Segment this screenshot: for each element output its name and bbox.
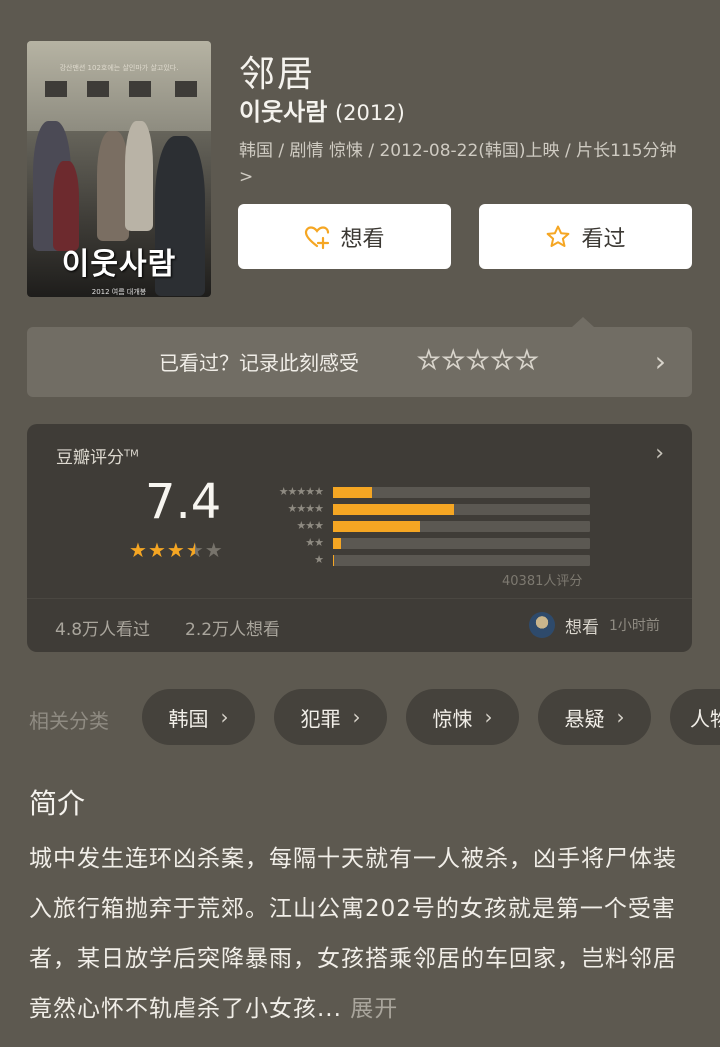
distribution-row: ★★: [261, 535, 591, 552]
star-full-icon: ★: [147, 538, 166, 562]
distribution-track: [333, 521, 590, 532]
user-status-time: 1小时前: [609, 618, 660, 634]
rating-header: 豆瓣评分TM: [56, 443, 139, 468]
distribution-fill: [333, 555, 335, 566]
poster-window: [175, 81, 197, 97]
distribution-track: [333, 504, 590, 515]
record-stars[interactable]: ★ ★ ★ ★ ★: [417, 347, 538, 373]
chevron-right-icon: ›: [655, 441, 664, 466]
poster-release: 2012 여름 대개봉: [91, 288, 147, 296]
original-title-text: 이웃사람: [239, 98, 328, 126]
row-stars: ★★: [305, 536, 324, 549]
divider: [27, 598, 692, 599]
chevron-right-icon: ›: [616, 705, 625, 729]
star-full-icon: ★: [166, 538, 185, 562]
row-stars: ★★★★★: [278, 485, 324, 498]
star-half-icon: ★: [185, 538, 204, 562]
movie-meta[interactable]: 韩国 / 剧情 惊悚 / 2012-08-22(韩国)上映 / 片长115分钟 …: [239, 138, 689, 190]
avatar: [529, 612, 555, 638]
chevron-right-icon: ›: [484, 705, 493, 729]
seen-label: 看过: [581, 226, 626, 252]
distribution-row: ★★★: [261, 518, 591, 535]
distribution-track: [333, 487, 590, 498]
record-prompt: 已看过？记录此刻感受: [159, 351, 359, 375]
category-label: 惊悚: [432, 706, 473, 731]
categories-label: 相关分类: [29, 709, 109, 733]
heart-plus-icon: [305, 225, 330, 249]
douban-rating-card[interactable]: 豆瓣评分TM › 7.4 ★ ★ ★ ★ ★ ★★★★★ ★★★★ ★★★ ★★…: [27, 424, 692, 652]
distribution-fill: [333, 521, 421, 532]
category-label: 悬疑: [564, 706, 605, 731]
category-chip[interactable]: 人物: [670, 689, 720, 745]
user-status-text: 想看: [565, 617, 599, 638]
rating-header-text: 豆瓣评分: [56, 448, 124, 468]
movie-year: (2012): [334, 101, 405, 125]
want-label: 想看: [340, 226, 385, 252]
poster-figure: [125, 121, 153, 231]
intro-heading: 简介: [29, 787, 86, 820]
poster-window: [87, 81, 109, 97]
category-label: 韩国: [168, 706, 209, 731]
category-label: 人物: [690, 706, 720, 731]
star-outline-icon[interactable]: ★: [515, 347, 538, 373]
poster-title: 이웃사람: [61, 247, 177, 282]
movie-title: 邻居: [239, 54, 316, 95]
distribution-track: [333, 538, 590, 549]
row-stars: ★: [314, 553, 324, 566]
row-stars: ★★★★: [287, 502, 324, 515]
poster-figure: [53, 161, 79, 251]
star-outline-icon[interactable]: ★: [491, 347, 514, 373]
poster-window: [129, 81, 151, 97]
rating-count: 40381人评分: [502, 574, 583, 589]
star-empty-icon: ★: [204, 538, 223, 562]
distribution-fill: [333, 504, 454, 515]
rating-distribution: ★★★★★ ★★★★ ★★★ ★★ ★: [261, 484, 591, 569]
row-stars: ★★★: [296, 519, 324, 532]
movie-original-title: 이웃사람 (2012): [239, 92, 405, 127]
rating-score: 7.4: [145, 474, 222, 530]
category-chip[interactable]: 犯罪 ›: [274, 689, 387, 745]
chevron-right-icon: ›: [352, 705, 361, 729]
star-full-icon: ★: [129, 538, 147, 562]
chevron-right-icon: ›: [220, 705, 229, 729]
distribution-track: [333, 555, 590, 566]
poster-tagline: 강산맨션 102호에는 살인마가 살고있다.: [59, 64, 179, 72]
expand-link[interactable]: 展开: [350, 996, 398, 1022]
star-outline-icon: [547, 225, 570, 247]
distribution-fill: [333, 487, 372, 498]
intro-text: 城中发生连环凶杀案，每隔十天就有一人被杀，凶手将尸体装入旅行箱抛弃于荒郊。江山公…: [29, 834, 693, 1034]
trademark: TM: [124, 448, 139, 460]
wishing-count[interactable]: 2.2万人想看: [185, 615, 280, 640]
poster-window: [45, 81, 67, 97]
record-feeling-bar[interactable]: 已看过？记录此刻感受 ★ ★ ★ ★ ★ ›: [27, 317, 692, 397]
category-chip[interactable]: 悬疑 ›: [538, 689, 651, 745]
distribution-row: ★: [261, 552, 591, 569]
chevron-right-icon: ›: [654, 345, 666, 378]
record-pointer: [572, 317, 594, 327]
distribution-fill: [333, 538, 341, 549]
category-chip[interactable]: 惊悚 ›: [406, 689, 519, 745]
seen-button[interactable]: 看过: [479, 204, 692, 269]
star-outline-icon[interactable]: ★: [442, 347, 465, 373]
star-outline-icon[interactable]: ★: [466, 347, 489, 373]
rating-stars: ★ ★ ★ ★ ★: [129, 540, 223, 560]
star-outline-icon[interactable]: ★: [417, 347, 440, 373]
user-status[interactable]: 想看 1小时前: [529, 612, 660, 638]
movie-poster[interactable]: 강산맨션 102호에는 살인마가 살고있다. 이웃사람 2012 여름 대개봉: [27, 41, 211, 297]
want-button[interactable]: 想看: [238, 204, 451, 269]
distribution-row: ★★★★: [261, 501, 591, 518]
category-chip[interactable]: 韩国 ›: [142, 689, 255, 745]
category-label: 犯罪: [300, 706, 341, 731]
watched-count[interactable]: 4.8万人看过: [55, 615, 150, 640]
distribution-row: ★★★★★: [261, 484, 591, 501]
